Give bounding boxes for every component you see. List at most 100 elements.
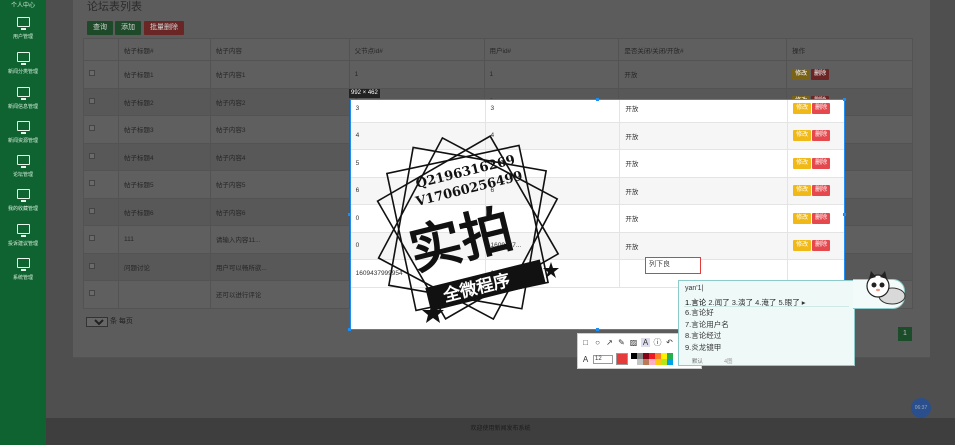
header-title: 帖子标题# [117,38,211,61]
row-actions: 修改删除 [787,121,844,150]
per-page-control: 10 条 每页 [86,316,133,327]
monitor-icon [16,224,30,237]
sidebar-item-favorites[interactable]: 我的收藏管理 [0,189,46,223]
delete-button[interactable]: 删除 [812,157,831,169]
edit-button[interactable]: 修改 [793,185,812,197]
arrow-tool-icon[interactable]: ↗ [605,338,614,347]
table-cell: 开放 [619,121,789,150]
edit-button[interactable]: 修改 [793,212,812,224]
resize-handle[interactable] [596,328,599,331]
sidebar-item-users[interactable]: 用户管理 [0,17,46,51]
color-palette[interactable] [631,353,673,365]
ime-candidate[interactable]: 8.言论经过 [685,330,729,342]
row-select-cell[interactable] [83,197,119,226]
delete-button[interactable]: 删除 [812,212,831,224]
delete-button[interactable]: 删除 [812,240,831,252]
monitor-icon [16,17,30,30]
row-select-cell[interactable] [83,142,119,171]
annotation-text-input[interactable]: 列下良 [645,257,701,274]
text-tool-icon[interactable]: A [641,337,650,347]
table-cell: 111 [117,225,211,254]
pen-tool-icon[interactable]: ✎ [617,338,626,347]
table-cell: 开放 [618,60,788,89]
row-select-cell[interactable] [83,60,119,89]
row-checkbox[interactable] [89,152,95,159]
palette-color[interactable] [667,359,673,365]
row-checkbox[interactable] [89,125,95,132]
table-row: 帖子标题1 帖子内容1 1 1 开放 修改 删除 [83,60,913,89]
resize-handle[interactable] [596,98,599,101]
resize-handle[interactable] [348,213,351,216]
table-cell: 帖子标题5 [117,170,211,199]
add-button[interactable]: 添加 [115,21,141,35]
delete-button[interactable]: 删除 [812,185,831,197]
ime-candidate[interactable]: 9.炎龙镜甲 [685,342,729,354]
ime-footer-left[interactable]: 默认 [692,357,703,365]
row-select-cell[interactable] [83,115,119,144]
sidebar-item-forum[interactable]: 论坛管理 [0,155,46,189]
row-checkbox[interactable] [89,207,95,214]
row-checkbox[interactable] [89,235,95,242]
mosaic-tool-icon[interactable]: ▨ [629,338,638,347]
row-select-cell[interactable] [83,252,119,281]
edit-button[interactable]: 修改 [792,68,811,80]
table-cell: 帖子内容1 [209,60,350,89]
edit-button[interactable]: 修改 [793,102,812,114]
row-actions: 修改删除 [787,100,844,123]
edit-button[interactable]: 修改 [793,130,812,142]
sidebar-item-complaints[interactable]: 投诉建议管理 [0,224,46,258]
page-number-1[interactable]: 1 [898,327,912,341]
current-color-swatch[interactable] [616,353,628,365]
table-cell: 开放 [619,100,789,123]
font-size-select[interactable]: 12 [593,354,613,364]
row-select-cell[interactable] [83,170,119,199]
sidebar-item-system[interactable]: 系统管理 [0,258,46,292]
ime-candidate[interactable]: 7.言论用户名 [685,319,729,331]
font-size-icon: A [582,354,589,364]
row-select-cell[interactable] [83,225,119,254]
table-cell: 帖子内容5 [209,170,350,199]
delete-button[interactable]: 删除 [812,102,831,114]
ellipse-tool-icon[interactable]: ○ [593,338,602,347]
sidebar-item-news-category[interactable]: 新闻分类管理 [0,52,46,86]
table-row: 帖子标题3帖子内容333开放修改删除 [351,100,844,123]
sidebar-item-news-resource[interactable]: 新闻资源管理 [0,121,46,155]
rectangle-tool-icon[interactable]: □ [581,338,590,347]
table-cell: 开放 [619,149,789,178]
resize-handle[interactable] [843,98,846,101]
resize-handle[interactable] [348,328,351,331]
per-page-select[interactable]: 10 [86,317,108,327]
ime-candidate-window: yan'1| 1.言论 2.闻了 3.演了 4.淹了 5.眼了 ▸ 6.言论好 … [678,280,855,366]
delete-button[interactable]: 删除 [812,130,831,142]
edit-button[interactable]: 修改 [793,157,812,169]
header-parent-id: 父节点id# [348,38,485,61]
table-cell [117,280,211,309]
resize-handle[interactable] [843,213,846,216]
query-button[interactable]: 查询 [87,21,113,35]
row-checkbox[interactable] [89,70,95,77]
row-checkbox[interactable] [89,97,95,104]
undo-icon[interactable]: ↶ [665,338,674,347]
ime-candidate-list: 6.言论好 7.言论用户名 8.言论经过 9.炎龙镜甲 [685,307,729,353]
sidebar-item-news-info[interactable]: 新闻信息管理 [0,87,46,121]
table-cell: 帖子标题3 [117,115,211,144]
ime-candidate[interactable]: 6.言论好 [685,307,729,319]
batch-delete-button[interactable]: 批量删除 [144,21,184,35]
row-checkbox[interactable] [89,262,95,269]
watermark-stamp: Q2196316269 V17060256499 实拍 全微程序 [376,135,560,323]
table-cell: 帖子内容2 [209,87,350,116]
row-checkbox[interactable] [89,180,95,187]
ime-footer-right: 4图 [724,359,733,365]
header-user-id: 用户id# [483,38,620,61]
row-checkbox[interactable] [89,290,95,297]
number-tool-icon[interactable]: ⓘ [653,337,662,348]
sidebar-top-label[interactable]: 个人中心 [0,0,46,9]
row-select-cell[interactable] [83,87,119,116]
delete-button[interactable]: 删除 [811,68,830,80]
page-title: 论坛表列表 [87,1,142,13]
monitor-icon [16,87,30,100]
row-actions: 修改删除 [787,149,844,178]
row-select-cell[interactable] [83,280,119,309]
row-actions: 修改删除 [786,60,913,89]
edit-button[interactable]: 修改 [793,240,812,252]
